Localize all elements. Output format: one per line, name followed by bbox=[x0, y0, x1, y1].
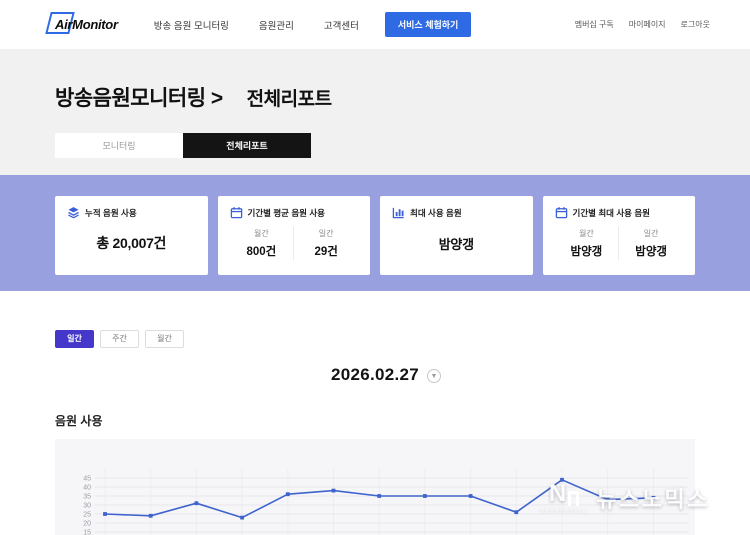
daily-value: 밤양갱 bbox=[619, 243, 683, 259]
card-total-usage: 누적 음원 사용 총 20,007건 bbox=[55, 196, 208, 275]
card-title: 최대 사용 음원 bbox=[410, 207, 462, 219]
daily-label: 일간 bbox=[619, 228, 683, 239]
nav-item-monitoring[interactable]: 방송 음원 모니터링 bbox=[154, 18, 229, 32]
breadcrumb: 방송음원모니터링 > 전체리포트 bbox=[55, 82, 695, 112]
filter-weekly[interactable]: 주간 bbox=[100, 330, 139, 348]
svg-text:30: 30 bbox=[83, 503, 91, 510]
monthly-label: 월간 bbox=[555, 228, 619, 239]
utility-links: 멤버십 구독 마이페이지 로그아웃 bbox=[575, 19, 710, 30]
filter-monthly[interactable]: 월간 bbox=[145, 330, 184, 348]
monthly-label: 월간 bbox=[230, 228, 294, 239]
monthly-average: 월간 800건 bbox=[230, 228, 294, 259]
report-tabs: 모니터링 전체리포트 bbox=[55, 133, 695, 158]
svg-text:20: 20 bbox=[83, 521, 91, 528]
card-title: 기간별 평균 음원 사용 bbox=[248, 207, 325, 219]
average-usage-columns: 월간 800건 일간 29건 bbox=[230, 219, 359, 267]
tab-monitoring[interactable]: 모니터링 bbox=[55, 133, 183, 158]
card-title: 누적 음원 사용 bbox=[85, 207, 137, 219]
date-selector-row: 2026.02.27 ▼ bbox=[55, 365, 695, 389]
card-title: 기간별 최대 사용 음원 bbox=[573, 207, 650, 219]
page-title-section: 방송음원모니터링 > 전체리포트 모니터링 전체리포트 bbox=[0, 50, 750, 175]
page-title: 방송음원모니터링 > bbox=[55, 82, 223, 112]
calendar-icon bbox=[555, 206, 568, 219]
period-filter-group: 일간 주간 월간 bbox=[55, 330, 695, 348]
card-total-usage-head: 누적 음원 사용 bbox=[67, 206, 196, 219]
svg-text:25: 25 bbox=[83, 512, 91, 519]
nav-item-music-management[interactable]: 음원관리 bbox=[259, 18, 294, 32]
usage-chart-panel: 4540353025201510 bbox=[55, 439, 695, 535]
top-track-value: 밤양갱 bbox=[392, 219, 521, 267]
report-section: 일간 주간 월간 2026.02.27 ▼ 음원 사용 45 40 35 30 25 20… bbox=[0, 330, 750, 535]
usage-line-chart: 4540353025201510 bbox=[55, 439, 695, 535]
card-top-track-head: 최대 사용 음원 bbox=[392, 206, 521, 219]
svg-text:45: 45 bbox=[83, 476, 91, 483]
stats-summary-band: 누적 음원 사용 총 20,007건 기간별 평균 음원 사용 월간 800건 … bbox=[0, 175, 750, 291]
svg-text:15: 15 bbox=[83, 530, 91, 535]
top-navbar: AirMonitor 방송 음원 모니터링 음원관리 고객센터 서비스 체험하기… bbox=[0, 0, 750, 50]
service-trial-button[interactable]: 서비스 체험하기 bbox=[385, 12, 471, 37]
membership-link[interactable]: 멤버십 구독 bbox=[575, 19, 614, 30]
svg-text:35: 35 bbox=[83, 494, 91, 501]
card-average-usage: 기간별 평균 음원 사용 월간 800건 일간 29건 bbox=[218, 196, 371, 275]
nav-item-customer-center[interactable]: 고객센터 bbox=[324, 18, 359, 32]
daily-average: 일간 29건 bbox=[294, 228, 358, 259]
monthly-value: 밤양갱 bbox=[555, 243, 619, 259]
airmonitor-logo[interactable]: AirMonitor bbox=[55, 17, 118, 32]
mypage-link[interactable]: 마이페이지 bbox=[629, 19, 666, 30]
calendar-icon bbox=[230, 206, 243, 219]
filter-daily[interactable]: 일간 bbox=[55, 330, 94, 348]
total-usage-value: 총 20,007건 bbox=[67, 219, 196, 267]
logo-text: AirMonitor bbox=[55, 17, 118, 32]
bar-chart-icon bbox=[392, 206, 405, 219]
selected-date: 2026.02.27 bbox=[331, 365, 419, 384]
logout-link[interactable]: 로그아웃 bbox=[681, 19, 710, 30]
card-average-usage-head: 기간별 평균 음원 사용 bbox=[230, 206, 359, 219]
daily-label: 일간 bbox=[294, 228, 358, 239]
chevron-down-icon[interactable]: ▼ bbox=[427, 369, 441, 383]
monthly-value: 800건 bbox=[230, 243, 294, 259]
period-top-track-columns: 월간 밤양갱 일간 밤양갱 bbox=[555, 219, 684, 267]
monthly-top-track: 월간 밤양갱 bbox=[555, 228, 619, 259]
card-top-track: 최대 사용 음원 밤양갱 bbox=[380, 196, 533, 275]
layers-icon bbox=[67, 206, 80, 219]
daily-top-track: 일간 밤양갱 bbox=[619, 228, 683, 259]
main-nav: 방송 음원 모니터링 음원관리 고객센터 bbox=[154, 18, 359, 32]
chart-title: 음원 사용 bbox=[55, 412, 695, 429]
daily-value: 29건 bbox=[294, 243, 358, 259]
card-period-top-track: 기간별 최대 사용 음원 월간 밤양갱 일간 밤양갱 bbox=[543, 196, 696, 275]
svg-text:40: 40 bbox=[83, 485, 91, 492]
card-period-top-track-head: 기간별 최대 사용 음원 bbox=[555, 206, 684, 219]
tab-full-report[interactable]: 전체리포트 bbox=[183, 133, 311, 158]
page-subtitle: 전체리포트 bbox=[247, 84, 332, 111]
